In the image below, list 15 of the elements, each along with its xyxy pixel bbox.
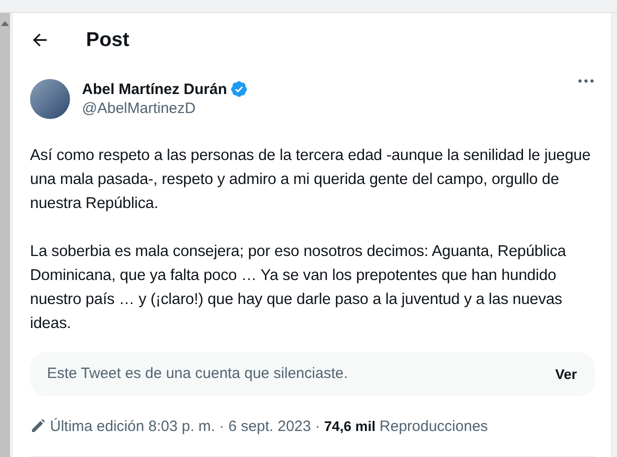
more-icon[interactable] (577, 78, 595, 84)
scrollbar[interactable] (0, 13, 10, 457)
pencil-icon (30, 418, 46, 434)
views-count[interactable]: 74,6 mil (324, 418, 376, 434)
views-label: Reproducciones (380, 418, 488, 435)
avatar-photo-placeholder[interactable] (30, 78, 70, 119)
author-name[interactable]: Abel Martínez Durán (82, 80, 228, 98)
edit-timestamp[interactable]: Última edición 8:03 p. m. · 6 sept. 2023 · (50, 418, 320, 435)
post-paragraph: La soberbia es mala consejera; por eso nosotros decimos: Aguanta, República Dominicana, que ya falta poco … Ya se van los prepotentes que han hundido nuestro país … y (¡claro!) que hay que darle paso a la juventud y a las nuevas ideas. (30, 242, 568, 334)
author-handle[interactable]: @AbelMartinezD (82, 100, 565, 118)
post-paragraph: Así como respeto a las personas de la tercera edad -aunque la senilidad le juegue una mala pasada-, respeto y admiro a mi querida gente del campo, orgullo de nuestra República. (30, 146, 592, 214)
view-button[interactable]: Ver (555, 366, 577, 382)
notice-text: Este Tweet es de una cuenta que silenciaste. (47, 365, 348, 382)
page-title: Post (86, 28, 130, 52)
scroll-up-icon[interactable] (1, 21, 9, 26)
